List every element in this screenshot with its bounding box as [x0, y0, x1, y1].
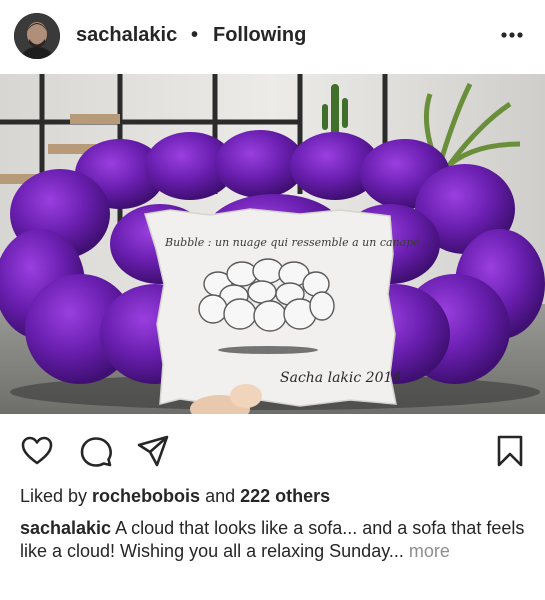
caption-username[interactable]: sachalakic	[20, 518, 111, 538]
liker-username[interactable]: rochebobois	[92, 486, 200, 506]
post-caption: sachalakic A cloud that looks like a sof…	[20, 517, 530, 563]
likes-line: Liked by rochebobois and 222 others	[20, 486, 330, 507]
post-username[interactable]: sachalakic	[76, 24, 177, 47]
following-button[interactable]: Following	[213, 24, 306, 47]
comment-icon[interactable]	[79, 434, 113, 468]
post-actions	[0, 420, 545, 476]
heart-icon[interactable]	[20, 434, 54, 468]
separator-dot: •	[191, 24, 199, 46]
caption-more-link[interactable]: more	[409, 541, 450, 561]
likes-others[interactable]: 222 others	[240, 486, 330, 506]
likes-middle: and	[200, 486, 241, 506]
post-header: sachalakic • Following	[0, 0, 545, 72]
bookmark-icon[interactable]	[493, 434, 527, 468]
ellipsis-icon[interactable]	[498, 22, 526, 48]
handwriting-text: Bubble : un nuage qui ressemble a un can…	[164, 236, 434, 249]
avatar[interactable]	[14, 13, 60, 59]
signature-text: Sacha lakic 2014	[280, 370, 401, 386]
send-icon[interactable]	[136, 434, 170, 468]
likes-prefix: Liked by	[20, 486, 93, 506]
post-image[interactable]: Bubble : un nuage qui ressemble a un can…	[0, 74, 545, 414]
